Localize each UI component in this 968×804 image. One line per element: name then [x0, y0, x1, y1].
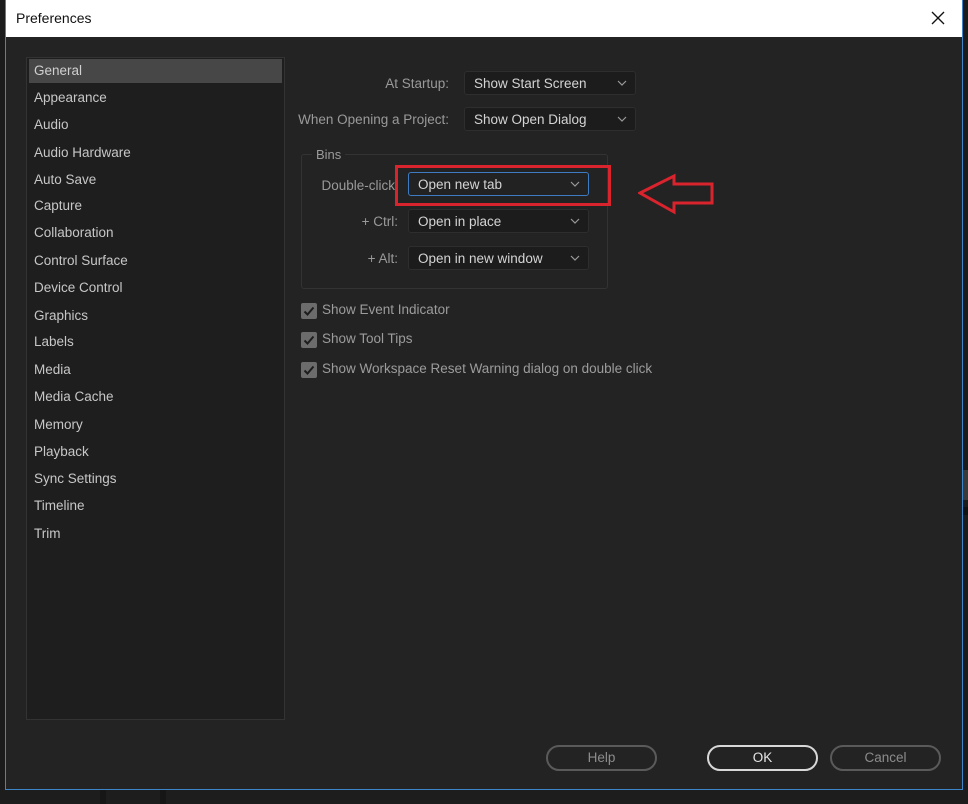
bins-group-label: Bins — [312, 147, 346, 162]
cancel-button[interactable]: Cancel — [830, 745, 941, 771]
chevron-down-icon — [570, 218, 580, 224]
ctrl-label: + Ctrl: — [361, 214, 398, 229]
at-startup-label: At Startup: — [385, 76, 449, 91]
double-click-dropdown[interactable]: Open new tab — [408, 172, 589, 196]
ctrl-dropdown[interactable]: Open in place — [408, 209, 589, 233]
chevron-down-icon — [617, 116, 627, 122]
chevron-down-icon — [617, 80, 627, 86]
alt-value: Open in new window — [418, 251, 543, 266]
category-list: General Appearance Audio Audio Hardware … — [26, 57, 285, 720]
alt-label: + Alt: — [367, 251, 398, 266]
sidebar-item-labels[interactable]: Labels — [29, 330, 282, 354]
checkmark-icon — [303, 335, 315, 345]
title-bar: Preferences — [6, 0, 962, 37]
double-click-label: Double-click — [321, 178, 395, 193]
chevron-down-icon — [570, 181, 580, 187]
sidebar-item-control-surface[interactable]: Control Surface — [29, 249, 282, 273]
sidebar-item-media[interactable]: Media — [29, 358, 282, 382]
checkbox-checked[interactable] — [301, 303, 317, 319]
sidebar-item-sync-settings[interactable]: Sync Settings — [29, 467, 282, 491]
show-workspace-reset-warning-checkbox[interactable]: Show Workspace Reset Warning dialog on d… — [301, 361, 701, 379]
at-startup-dropdown[interactable]: Show Start Screen — [464, 71, 636, 95]
sidebar-item-trim[interactable]: Trim — [29, 522, 282, 546]
sidebar-item-appearance[interactable]: Appearance — [29, 86, 282, 110]
chevron-down-icon — [570, 255, 580, 261]
double-click-value: Open new tab — [418, 177, 503, 192]
when-opening-project-label: When Opening a Project: — [298, 112, 449, 127]
sidebar-item-capture[interactable]: Capture — [29, 194, 282, 218]
when-opening-project-value: Show Open Dialog — [474, 112, 587, 127]
sidebar-item-memory[interactable]: Memory — [29, 413, 282, 437]
annotation-arrow-left-icon — [638, 173, 714, 215]
show-event-indicator-label: Show Event Indicator — [322, 302, 450, 317]
sidebar-item-audio[interactable]: Audio — [29, 113, 282, 137]
checkbox-checked[interactable] — [301, 362, 317, 378]
sidebar-item-timeline[interactable]: Timeline — [29, 494, 282, 518]
when-opening-project-dropdown[interactable]: Show Open Dialog — [464, 107, 636, 131]
show-tool-tips-checkbox[interactable]: Show Tool Tips — [301, 331, 461, 349]
close-button[interactable] — [928, 8, 948, 28]
dialog-title: Preferences — [16, 10, 92, 26]
close-icon — [931, 11, 945, 25]
sidebar-item-general[interactable]: General — [29, 59, 282, 83]
sidebar-item-collaboration[interactable]: Collaboration — [29, 221, 282, 245]
sidebar-item-graphics[interactable]: Graphics — [29, 304, 282, 328]
sidebar-item-auto-save[interactable]: Auto Save — [29, 168, 282, 192]
preferences-dialog: Preferences General Appearance Audio Aud… — [5, 0, 963, 790]
checkmark-icon — [303, 306, 315, 316]
sidebar-item-audio-hardware[interactable]: Audio Hardware — [29, 141, 282, 165]
show-event-indicator-checkbox[interactable]: Show Event Indicator — [301, 302, 501, 320]
background-app — [0, 789, 968, 804]
ok-button[interactable]: OK — [707, 745, 818, 771]
background-app-divider — [160, 789, 166, 804]
alt-dropdown[interactable]: Open in new window — [408, 246, 589, 270]
help-button[interactable]: Help — [546, 745, 657, 771]
sidebar-item-media-cache[interactable]: Media Cache — [29, 385, 282, 409]
show-workspace-reset-warning-label: Show Workspace Reset Warning dialog on d… — [322, 361, 653, 376]
background-app-divider — [100, 789, 106, 804]
checkbox-checked[interactable] — [301, 332, 317, 348]
show-tool-tips-label: Show Tool Tips — [322, 331, 413, 346]
sidebar-item-device-control[interactable]: Device Control — [29, 276, 282, 300]
sidebar-item-playback[interactable]: Playback — [29, 440, 282, 464]
ctrl-value: Open in place — [418, 214, 502, 229]
checkmark-icon — [303, 365, 315, 375]
at-startup-value: Show Start Screen — [474, 76, 587, 91]
